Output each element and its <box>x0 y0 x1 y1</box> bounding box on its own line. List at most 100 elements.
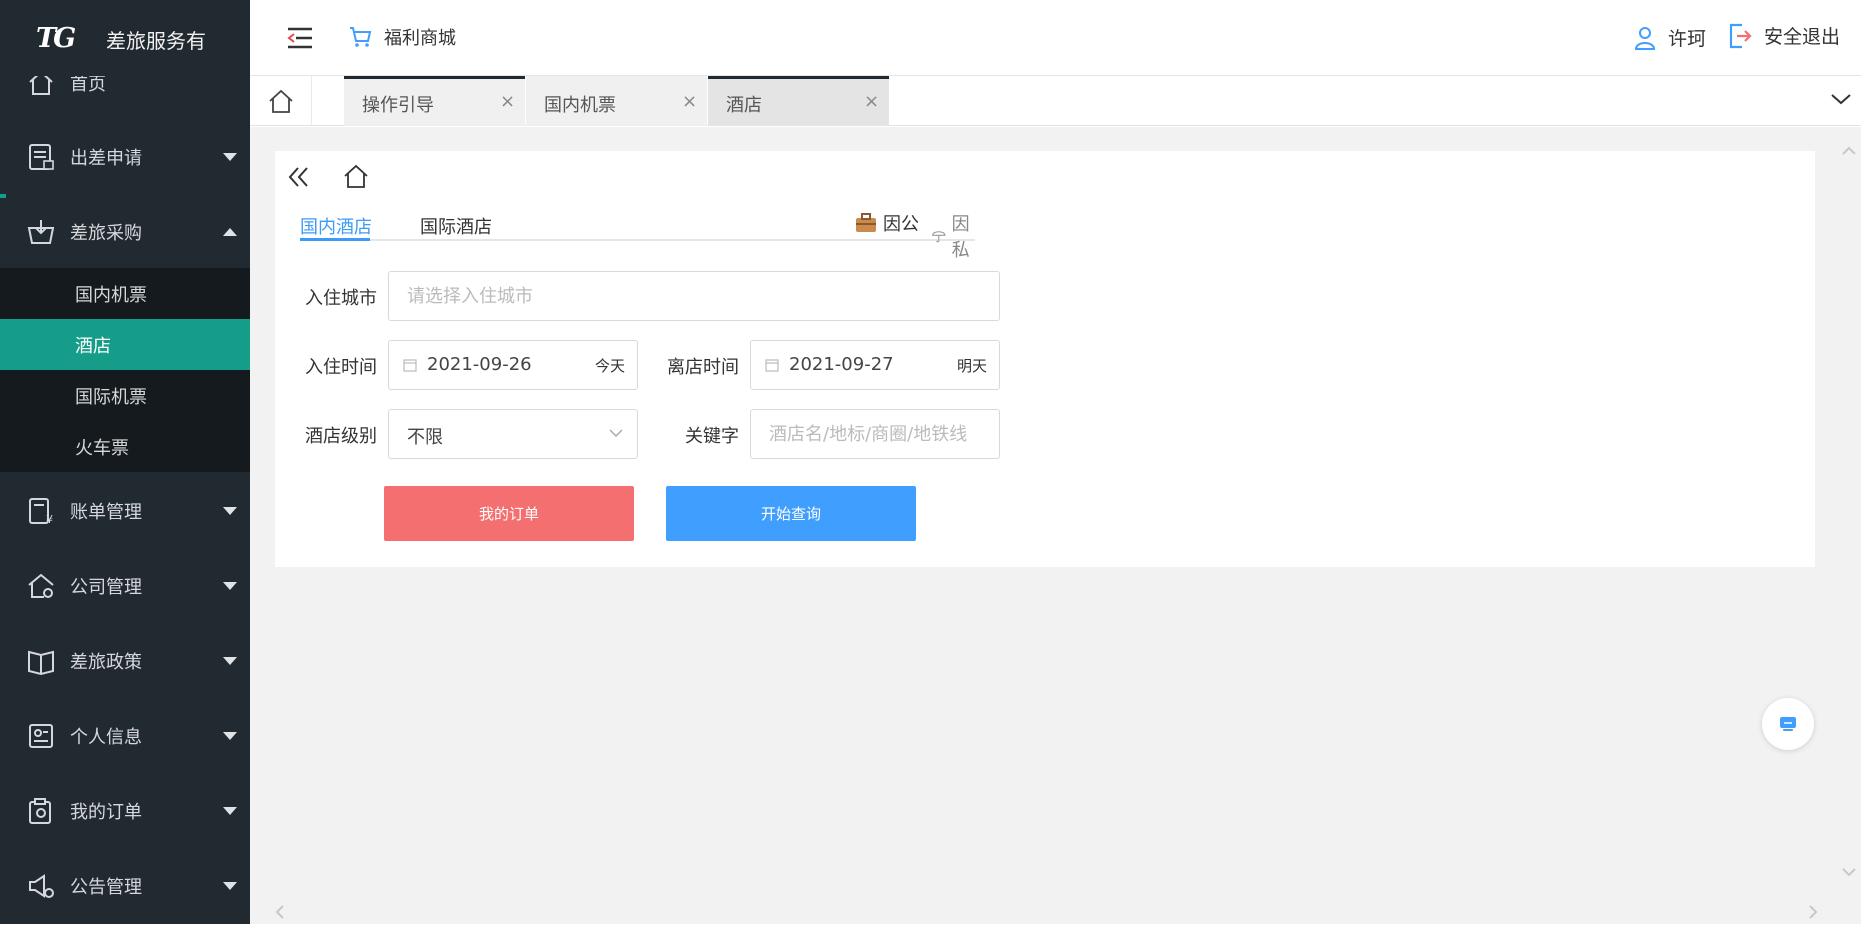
city-label: 入住城市 <box>305 288 377 309</box>
page-tab-bar: 操作引导 × 国内机票 × 酒店 × <box>250 76 1861 126</box>
purpose-business-label: 因公 <box>883 214 919 235</box>
double-chevron-left-icon[interactable] <box>287 165 311 189</box>
chevron-down-icon <box>223 581 237 590</box>
cart-icon <box>350 27 372 47</box>
sidebar-subitem-hotel[interactable]: 酒店 <box>0 319 250 370</box>
checkout-day-tag: 明天 <box>956 357 987 375</box>
tab-operation-guide[interactable]: 操作引导 × <box>344 76 525 126</box>
close-icon[interactable]: × <box>500 91 515 112</box>
keyword-input[interactable] <box>750 409 1000 459</box>
sidebar-subitem-train[interactable]: 火车票 <box>0 421 250 472</box>
tg-logo: TG <box>36 23 78 52</box>
user-menu[interactable]: 许珂 <box>1634 24 1706 51</box>
hotel-level-value: 不限 <box>407 427 443 448</box>
tab-domestic-hotel[interactable]: 国内酒店 <box>300 213 372 239</box>
sidebar-item-travel-purchase[interactable]: 差旅采购 <box>0 194 250 269</box>
chat-icon <box>1780 717 1796 731</box>
sidebar-item-my-orders[interactable]: 我的订单 <box>0 773 250 848</box>
chevron-down-icon <box>609 429 623 438</box>
tab-label: 国内机票 <box>544 95 616 116</box>
sidebar-subitem-domestic-flight[interactable]: 国内机票 <box>0 268 250 319</box>
chat-support-button[interactable] <box>1762 698 1814 750</box>
welfare-mall-link[interactable]: 福利商城 <box>348 24 456 50</box>
sidebar-submenu: 国内机票 酒店 国际机票 火车票 <box>0 268 250 472</box>
my-orders-button[interactable]: 我的订单 <box>384 486 634 541</box>
hotel-search-panel: 国内酒店 国际酒店 因公 因私 入住城市 请选择入住城市 入住时间 2021-0… <box>275 151 1815 567</box>
user-icon <box>1634 26 1656 50</box>
hotel-type-tabs: 国内酒店 国际酒店 因公 因私 <box>300 203 975 261</box>
main-content: 国内酒店 国际酒店 因公 因私 入住城市 请选择入住城市 入住时间 2021-0… <box>250 127 1861 924</box>
hotel-level-label: 酒店级别 <box>305 426 377 447</box>
brand-bar: TG 差旅服务有 <box>0 0 250 76</box>
id-card-icon <box>29 723 53 748</box>
chevron-down-icon <box>223 656 237 665</box>
sidebar-item-label: 公告管理 <box>70 876 142 898</box>
sidebar-item-label: 公司管理 <box>70 576 142 598</box>
purpose-personal-option[interactable]: 因私 <box>932 210 976 262</box>
sidebar-item-announcements[interactable]: 公告管理 <box>0 848 250 923</box>
bill-icon: ¥ <box>29 497 53 526</box>
active-tab-underline <box>300 238 370 241</box>
orders-icon <box>29 797 51 824</box>
chevron-up-icon <box>223 227 237 236</box>
sidebar-item-bill-management[interactable]: ¥ 账单管理 <box>0 473 250 548</box>
tab-label: 酒店 <box>726 95 762 116</box>
purpose-business-option[interactable]: 因公 <box>855 210 919 236</box>
briefcase-icon <box>856 213 876 232</box>
sidebar-item-label: 账单管理 <box>70 501 142 523</box>
tab-domestic-flight[interactable]: 国内机票 × <box>526 76 707 126</box>
home-icon <box>268 89 293 113</box>
home-icon[interactable] <box>343 163 369 189</box>
chevron-down-icon <box>223 152 237 161</box>
city-input[interactable] <box>388 271 1000 321</box>
checkin-date: 2021-09-26 <box>427 354 532 375</box>
checkout-date-picker[interactable]: 2021-09-27 明天 <box>750 340 1000 390</box>
welfare-mall-label: 福利商城 <box>384 28 456 49</box>
tab-hotel[interactable]: 酒店 × <box>708 76 889 126</box>
search-button[interactable]: 开始查询 <box>666 486 916 541</box>
keyword-label: 关键字 <box>685 426 739 447</box>
chevron-down-icon <box>223 881 237 890</box>
sidebar-item-label: 我的订单 <box>70 801 142 823</box>
sidebar-item-label: 差旅采购 <box>70 222 142 244</box>
user-name: 许珂 <box>1668 28 1707 50</box>
menu-collapse-icon[interactable] <box>286 26 314 50</box>
umbrella-icon <box>932 231 946 243</box>
purpose-personal-label: 因私 <box>951 214 970 261</box>
checkin-day-tag: 今天 <box>594 357 625 375</box>
sidebar-item-label: 出差申请 <box>70 147 142 169</box>
chevron-down-icon <box>223 731 237 740</box>
chevron-down-icon[interactable] <box>1830 90 1852 108</box>
tab-label: 操作引导 <box>362 95 434 116</box>
calendar-icon <box>765 359 779 372</box>
checkin-label: 入住时间 <box>305 357 377 378</box>
company-icon <box>28 573 54 598</box>
sidebar-item-company-management[interactable]: 公司管理 <box>0 548 250 623</box>
horizontal-scrollbar[interactable] <box>250 900 1836 924</box>
purchase-basket-icon <box>27 219 55 244</box>
tab-home-button[interactable] <box>250 76 312 126</box>
checkin-date-picker[interactable]: 2021-09-26 今天 <box>388 340 638 390</box>
application-icon <box>29 143 54 170</box>
chevron-down-icon <box>223 506 237 515</box>
sidebar-item-label: 差旅政策 <box>70 651 142 673</box>
scroll-arrows <box>275 905 1818 919</box>
checkout-label: 离店时间 <box>667 357 739 378</box>
logout-label: 安全退出 <box>1764 26 1841 48</box>
close-icon[interactable]: × <box>682 91 697 112</box>
logout-button[interactable]: 安全退出 <box>1728 22 1840 49</box>
sidebar-subitem-intl-flight[interactable]: 国际机票 <box>0 370 250 421</box>
sidebar-item-travel-application[interactable]: 出差申请 <box>0 119 250 194</box>
tab-international-hotel[interactable]: 国际酒店 <box>420 213 492 239</box>
sidebar-item-travel-policy[interactable]: 差旅政策 <box>0 623 250 698</box>
vertical-scrollbar[interactable] <box>1836 127 1861 924</box>
policy-book-icon <box>28 650 54 675</box>
svg-text:TG: TG <box>36 23 75 52</box>
sidebar-item-personal-info[interactable]: 个人信息 <box>0 698 250 773</box>
close-icon[interactable]: × <box>864 91 879 112</box>
hotel-level-select[interactable]: 不限 <box>388 409 638 459</box>
logout-icon <box>1729 23 1752 48</box>
svg-text:¥: ¥ <box>46 513 53 526</box>
checkout-date: 2021-09-27 <box>789 354 894 375</box>
scroll-arrows <box>1842 146 1856 877</box>
